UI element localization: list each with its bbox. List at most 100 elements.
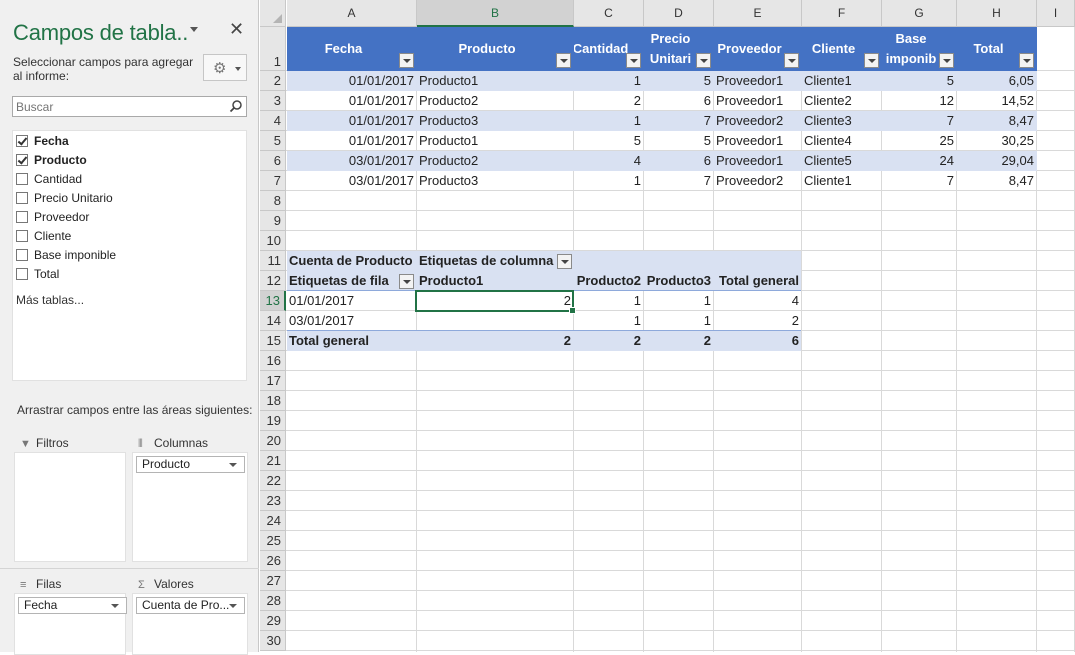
pivot-value-cell[interactable]: 1 xyxy=(574,311,643,331)
column-header-e[interactable]: E xyxy=(714,0,802,27)
table-cell[interactable]: 7 xyxy=(882,111,956,131)
row-header-5[interactable]: 5 xyxy=(260,131,286,151)
table-cell[interactable]: Cliente2 xyxy=(802,91,881,111)
table-cell[interactable]: Producto1 xyxy=(417,71,573,91)
columns-field-producto[interactable]: Producto xyxy=(136,456,245,473)
pivot-value-cell[interactable]: 1 xyxy=(574,291,643,311)
table-cell[interactable]: Proveedor2 xyxy=(714,171,801,191)
pivot-row-labels[interactable]: Etiquetas de fila xyxy=(287,271,416,291)
row-header-4[interactable]: 4 xyxy=(260,111,286,131)
column-header-a[interactable]: A xyxy=(287,0,417,27)
table-cell[interactable]: 01/01/2017 xyxy=(287,91,416,111)
pivot-value-cell[interactable]: 1 xyxy=(644,291,713,311)
checkbox[interactable] xyxy=(16,173,28,185)
pivot-value-cell[interactable]: 4 xyxy=(714,291,801,311)
chevron-down-icon[interactable] xyxy=(229,604,237,608)
table-cell[interactable]: 01/01/2017 xyxy=(287,111,416,131)
filter-dropdown-icon[interactable] xyxy=(864,53,879,68)
table-cell[interactable]: 01/01/2017 xyxy=(287,131,416,151)
active-cell-selection[interactable] xyxy=(415,290,576,314)
pane-options-chevron-icon[interactable] xyxy=(190,27,198,32)
row-labels-dropdown-icon[interactable] xyxy=(399,274,414,289)
filter-dropdown-icon[interactable] xyxy=(556,53,571,68)
row-header-21[interactable]: 21 xyxy=(260,451,286,471)
search-input[interactable] xyxy=(13,97,223,116)
checkbox[interactable] xyxy=(16,268,28,280)
table-cell[interactable]: Proveedor1 xyxy=(714,151,801,171)
table-cell[interactable]: 14,52 xyxy=(957,91,1036,111)
row-header-26[interactable]: 26 xyxy=(260,551,286,571)
column-header-c[interactable]: C xyxy=(574,0,644,27)
filters-area[interactable] xyxy=(14,452,126,562)
pivot-value-label[interactable]: Cuenta de Producto xyxy=(287,251,416,271)
checkbox[interactable] xyxy=(16,249,28,261)
row-header-25[interactable]: 25 xyxy=(260,531,286,551)
checkbox[interactable] xyxy=(16,211,28,223)
table-cell[interactable]: 6 xyxy=(644,91,713,111)
field-item-producto[interactable]: Producto xyxy=(16,151,87,169)
table-cell[interactable]: 01/01/2017 xyxy=(287,71,416,91)
pivot-total-cell[interactable]: 2 xyxy=(574,331,643,351)
table-cell[interactable]: Proveedor1 xyxy=(714,91,801,111)
table-cell[interactable]: 03/01/2017 xyxy=(287,171,416,191)
table-cell[interactable]: Proveedor2 xyxy=(714,111,801,131)
table-cell[interactable]: 1 xyxy=(574,71,643,91)
table-cell[interactable]: Producto3 xyxy=(417,171,573,191)
table-cell[interactable]: Producto2 xyxy=(417,151,573,171)
tools-button[interactable]: ⚙ xyxy=(203,54,247,81)
table-cell[interactable]: 7 xyxy=(644,111,713,131)
row-header-10[interactable]: 10 xyxy=(260,231,286,251)
pivot-total-label[interactable]: Total general xyxy=(287,331,416,351)
pivot-column-header[interactable]: Producto3 xyxy=(644,271,713,291)
row-header-17[interactable]: 17 xyxy=(260,371,286,391)
field-item-base-imponible[interactable]: Base imponible xyxy=(16,246,116,264)
close-icon[interactable]: ✕ xyxy=(229,19,244,39)
table-cell[interactable]: 1 xyxy=(574,171,643,191)
pivot-column-labels[interactable]: Etiquetas de columna xyxy=(417,251,573,271)
column-header-b[interactable]: B xyxy=(417,0,574,27)
row-header-12[interactable]: 12 xyxy=(260,271,286,291)
table-cell[interactable]: Producto1 xyxy=(417,131,573,151)
table-cell[interactable]: Proveedor1 xyxy=(714,71,801,91)
row-header-16[interactable]: 16 xyxy=(260,351,286,371)
row-header-29[interactable]: 29 xyxy=(260,611,286,631)
row-header-8[interactable]: 8 xyxy=(260,191,286,211)
filter-dropdown-icon[interactable] xyxy=(626,53,641,68)
table-cell[interactable]: 12 xyxy=(882,91,956,111)
pivot-total-cell[interactable]: 6 xyxy=(714,331,801,351)
field-item-cantidad[interactable]: Cantidad xyxy=(16,170,82,188)
pivot-value-cell[interactable] xyxy=(417,311,573,331)
row-header-11[interactable]: 11 xyxy=(260,251,286,271)
column-header-f[interactable]: F xyxy=(802,0,882,27)
table-cell[interactable]: Producto3 xyxy=(417,111,573,131)
table-cell[interactable]: 6,05 xyxy=(957,71,1036,91)
pivot-total-cell[interactable]: 2 xyxy=(417,331,573,351)
row-header-2[interactable]: 2 xyxy=(260,71,286,91)
field-item-proveedor[interactable]: Proveedor xyxy=(16,208,89,226)
row-header-19[interactable]: 19 xyxy=(260,411,286,431)
row-header-3[interactable]: 3 xyxy=(260,91,286,111)
field-item-precio-unitario[interactable]: Precio Unitario xyxy=(16,189,113,207)
row-header-15[interactable]: 15 xyxy=(260,331,286,351)
pivot-total-cell[interactable]: 2 xyxy=(644,331,713,351)
table-header-producto[interactable]: Producto xyxy=(417,27,573,71)
values-field-cuenta-de-producto[interactable]: Cuenta de Pro... xyxy=(136,597,245,614)
row-header-30[interactable]: 30 xyxy=(260,631,286,651)
column-labels-dropdown-icon[interactable] xyxy=(557,254,572,269)
more-tables-link[interactable]: Más tablas... xyxy=(16,293,84,307)
row-header-18[interactable]: 18 xyxy=(260,391,286,411)
select-all-button[interactable] xyxy=(260,0,286,27)
column-header-i[interactable]: I xyxy=(1037,0,1075,27)
row-header-22[interactable]: 22 xyxy=(260,471,286,491)
row-header-28[interactable]: 28 xyxy=(260,591,286,611)
filter-dropdown-icon[interactable] xyxy=(939,53,954,68)
field-item-fecha[interactable]: Fecha xyxy=(16,132,69,150)
field-item-total[interactable]: Total xyxy=(16,265,59,283)
table-cell[interactable]: 5 xyxy=(574,131,643,151)
row-header-9[interactable]: 9 xyxy=(260,211,286,231)
checkbox[interactable] xyxy=(16,230,28,242)
table-cell[interactable]: 03/01/2017 xyxy=(287,151,416,171)
table-cell[interactable]: Proveedor1 xyxy=(714,131,801,151)
table-cell[interactable]: 6 xyxy=(644,151,713,171)
filter-dropdown-icon[interactable] xyxy=(399,53,414,68)
